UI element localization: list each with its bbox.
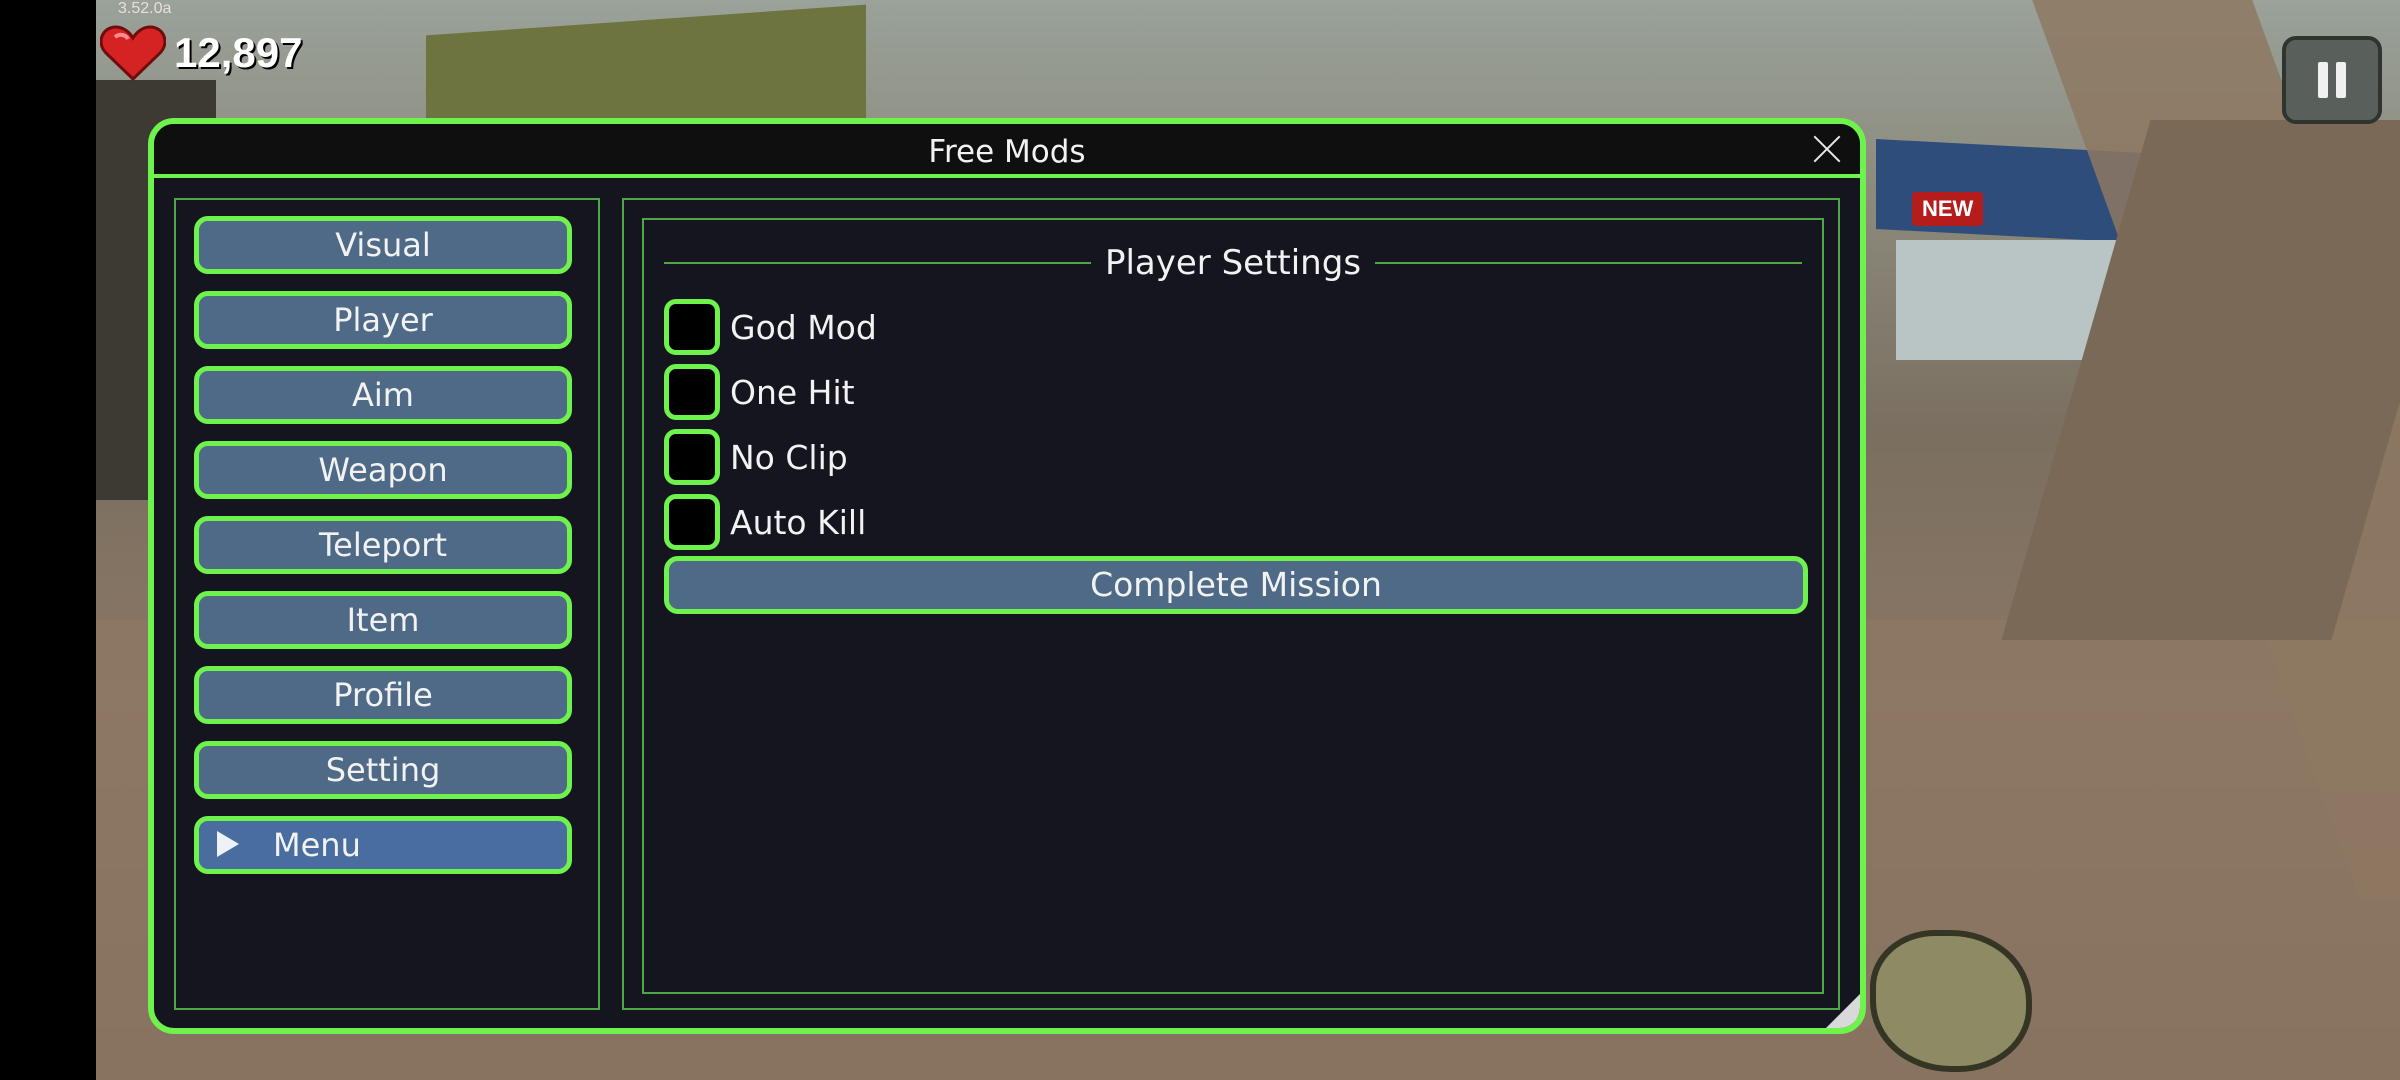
toggle-label: No Clip [730,437,848,477]
one-hit-checkbox[interactable] [664,364,720,420]
toggle-label: Auto Kill [730,502,867,542]
helmet-icon[interactable] [1870,930,2032,1072]
toggle-label: One Hit [730,372,855,412]
title-bar[interactable]: Free Mods [154,124,1860,178]
version-label: 3.52.0a [118,0,172,17]
toggle-row[interactable]: No Clip [664,428,848,486]
divider [664,262,1091,264]
pause-icon [2318,62,2328,98]
toggle-row[interactable]: Auto Kill [664,493,866,551]
health-value: 12,897 [174,29,303,76]
play-icon [217,831,239,857]
toggle-label: God Mod [730,307,877,347]
pause-button[interactable] [2282,36,2382,124]
toggle-row[interactable]: One Hit [664,363,855,421]
sidebar-item-setting[interactable]: Setting [194,741,572,799]
sidebar-item-teleport[interactable]: Teleport [194,516,572,574]
sidebar-item-player[interactable]: Player [194,291,572,349]
sidebar-item-label: Menu [273,826,361,864]
sidebar-item-item[interactable]: Item [194,591,572,649]
complete-mission-button[interactable]: Complete Mission [664,556,1808,614]
auto-kill-checkbox[interactable] [664,494,720,550]
resize-handle[interactable] [1826,994,1860,1028]
close-icon[interactable] [1812,134,1842,164]
god-mod-checkbox[interactable] [664,299,720,355]
sidebar-item-profile[interactable]: Profile [194,666,572,724]
content-panel: Player Settings God Mod One Hit No Clip … [622,198,1840,1010]
sidebar-item-weapon[interactable]: Weapon [194,441,572,499]
new-badge: NEW [1912,192,1984,226]
no-clip-checkbox[interactable] [664,429,720,485]
player-settings-group: Player Settings God Mod One Hit No Clip … [642,218,1824,994]
sidebar-item-aim[interactable]: Aim [194,366,572,424]
section-header: Player Settings [664,240,1802,286]
health-counter: 12,897 [99,18,320,88]
pause-icon-bar [2336,62,2346,98]
heart-icon [99,25,167,82]
sidebar-item-menu[interactable]: Menu [194,816,572,874]
mod-menu-window: Free Mods Visual Player Aim Weapon Telep… [148,118,1866,1034]
window-title: Free Mods [928,134,1086,170]
section-title: Player Settings [1104,243,1362,283]
divider [1375,262,1802,264]
sidebar-item-visual[interactable]: Visual [194,216,572,274]
sidebar: Visual Player Aim Weapon Teleport Item P… [174,198,600,1010]
toggle-row[interactable]: God Mod [664,298,877,356]
